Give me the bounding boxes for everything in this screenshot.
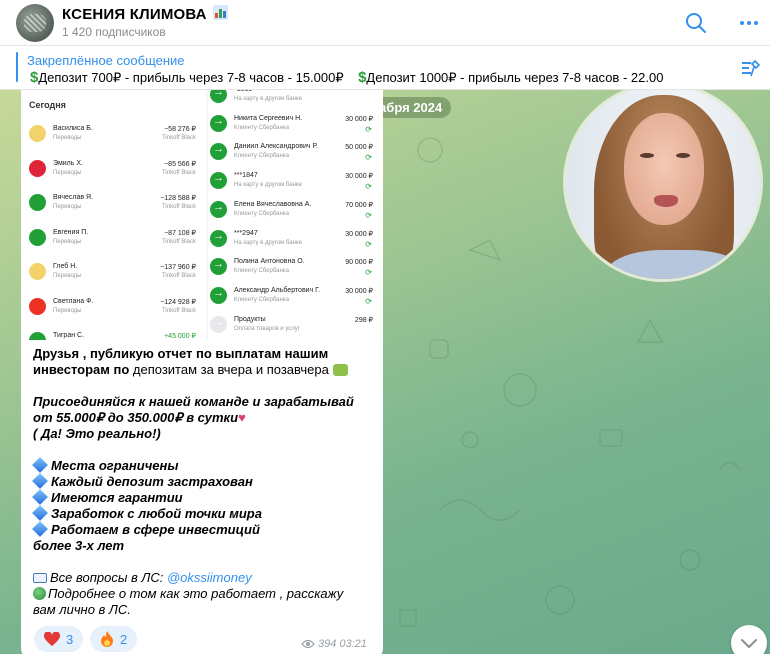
- bank-icon: [29, 125, 46, 142]
- globe-icon: [33, 587, 46, 600]
- status-icon: ⟳: [365, 210, 372, 220]
- transaction-row: Елена Вячеславовна А.Клиенту Сбербанка70…: [208, 199, 383, 228]
- pinned-message[interactable]: Закреплённое сообщение $Депозит 700₽ - п…: [0, 46, 770, 90]
- heart-face-icon: ♥: [238, 410, 246, 425]
- diamond-icon: [32, 505, 48, 521]
- bar-chart-icon: [213, 5, 229, 20]
- transaction-row: Александр Альбертович Г.Клиенту Сбербанк…: [208, 285, 383, 314]
- search-icon[interactable]: [684, 11, 708, 35]
- pinned-list-icon[interactable]: [740, 58, 762, 78]
- transaction-row: Евгения П. Переводы −87 108 ₽ Tinkoff Black: [21, 227, 206, 261]
- transaction-row: Даниил Александрович Р.Клиенту Сбербанка…: [208, 141, 383, 170]
- transaction-row: Глеб Н. Переводы −137 960 ₽ Tinkoff Black: [21, 261, 206, 295]
- pinned-text: $Депозит 700₽ - прибыль через 7-8 часов …: [30, 69, 664, 86]
- sber-icon: [210, 143, 227, 161]
- status-icon: ⟳: [365, 296, 372, 306]
- post-meta: 394 03:21: [301, 638, 367, 650]
- bank-operations-right: *1815На карту в другом банкеНикита Серге…: [208, 90, 383, 340]
- bank-icon: [29, 263, 46, 280]
- scroll-down-button[interactable]: [731, 625, 767, 654]
- post-image[interactable]: Сегодня Василиса Б. Переводы −58 276 ₽ Tink…: [21, 90, 383, 340]
- diamond-icon: [32, 457, 48, 473]
- status-icon: ⟳: [365, 153, 372, 163]
- sber-icon: [210, 114, 227, 132]
- handle-link[interactable]: @okssiimoney: [167, 570, 252, 585]
- pinned-indicator: [16, 52, 18, 82]
- post-time: 03:21: [339, 638, 367, 650]
- bank-icon: [29, 159, 46, 177]
- status-icon: ⟳: [365, 239, 372, 249]
- diamond-icon: [32, 489, 48, 505]
- sber-icon: [210, 90, 227, 103]
- bank-operations-left: Сегодня Василиса Б. Переводы −58 276 ₽ Tink…: [21, 90, 206, 340]
- bank-icon: [29, 332, 46, 340]
- subscriber-count: 1 420 подписчиков: [62, 25, 166, 39]
- reaction-heart[interactable]: 3: [34, 626, 84, 652]
- sber-icon: [210, 200, 227, 218]
- transaction-row: Тигран С. +45 000 ₽: [21, 330, 206, 340]
- status-icon: ⟳: [365, 268, 372, 278]
- transaction-row: *1815На карту в другом банке: [208, 90, 383, 113]
- chevron-down-icon: [741, 639, 757, 648]
- bank-icon: [29, 228, 46, 246]
- sber-icon: [210, 172, 227, 190]
- transaction-row: Светлана Ф. Переводы −124 928 ₽ Tinkoff Bla…: [21, 296, 206, 330]
- status-icon: ⟳: [365, 124, 372, 134]
- view-count: 394: [318, 638, 337, 650]
- reaction-fire[interactable]: 2: [90, 626, 138, 652]
- pinned-label: Закреплённое сообщение: [27, 53, 185, 68]
- today-label: Сегодня: [29, 100, 66, 110]
- transaction-row: ***1847На карту в другом банке30 000 ₽⟳: [208, 170, 383, 199]
- transaction-row: ПродуктыОплата товаров и услуг298 ₽: [208, 314, 383, 340]
- channel-header: КСЕНИЯ КЛИМОВА 1 420 подписчиков: [0, 0, 770, 46]
- transaction-row: Никита Сергеевич Н.Клиенту Сбербанка30 0…: [208, 113, 383, 142]
- money-bag-icon: [332, 364, 348, 376]
- channel-title[interactable]: КСЕНИЯ КЛИМОВА: [62, 5, 229, 23]
- status-icon: ⟳: [365, 182, 372, 192]
- transaction-row: Василиса Б. Переводы −58 276 ₽ Tinkoff Blac…: [21, 123, 206, 157]
- envelope-icon: [33, 573, 47, 583]
- diamond-icon: [32, 473, 48, 489]
- channel-avatar[interactable]: [16, 4, 54, 42]
- post-text: Друзья , публикую отчет по выплатам наши…: [32, 346, 354, 617]
- eye-icon: [301, 639, 315, 649]
- heart-icon: [44, 631, 60, 646]
- chat-area[interactable]: 01 декабря 2024 Сегодня Василиса Б. Перев…: [0, 90, 770, 654]
- transaction-row: Вячеслав Я. Переводы −128 588 ₽ Tinkoff Bla…: [21, 192, 206, 226]
- channel-name: КСЕНИЯ КЛИМОВА: [62, 6, 207, 23]
- sber-icon: [210, 315, 227, 333]
- channel-post[interactable]: Сегодня Василиса Б. Переводы −58 276 ₽ Tink…: [21, 90, 383, 654]
- more-icon[interactable]: [737, 11, 761, 35]
- bank-icon: [29, 297, 46, 315]
- sber-icon: [210, 286, 227, 304]
- sber-icon: [210, 258, 227, 276]
- diamond-icon: [32, 521, 48, 537]
- transaction-row: Полина Антоновна О.Клиенту Сбербанка90 0…: [208, 256, 383, 285]
- bank-icon: [29, 194, 46, 211]
- transaction-row: ***2947На карту в другом банке30 000 ₽⟳: [208, 228, 383, 257]
- video-message[interactable]: [563, 90, 763, 282]
- sber-icon: [210, 229, 227, 247]
- fire-icon: [101, 631, 113, 647]
- transaction-row: Эмиль Х. Переводы −85 566 ₽ Tinkoff Black: [21, 158, 206, 192]
